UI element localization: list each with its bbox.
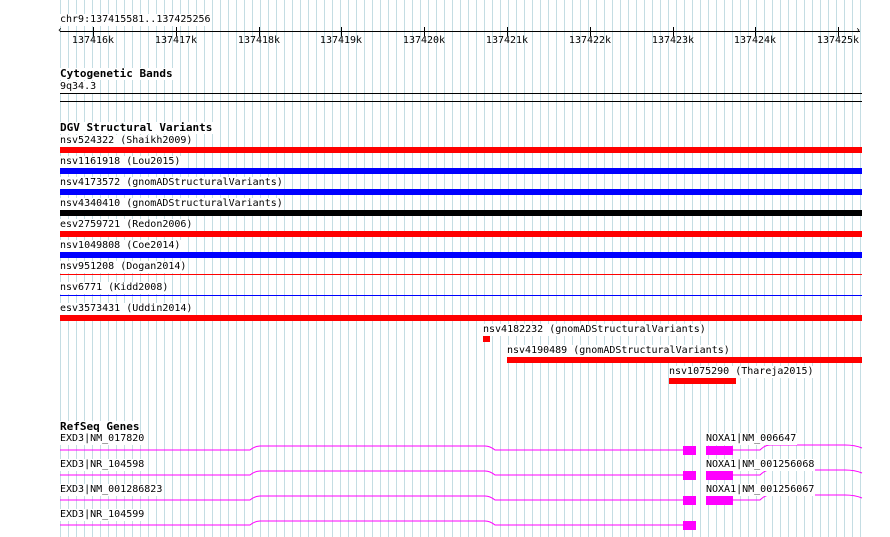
gene-intron-line (60, 445, 683, 451)
gene-intron-line (60, 470, 683, 476)
refseq-gene-models[interactable] (0, 0, 890, 537)
gene-intron-line (60, 520, 683, 526)
gene-exon[interactable] (683, 446, 696, 455)
gene-exon[interactable] (706, 496, 733, 505)
gene-intron-line (733, 444, 863, 451)
refseq-gene-label[interactable]: EXD3|NM_017820 (60, 433, 146, 445)
gene-exon[interactable] (706, 471, 733, 480)
gene-exon[interactable] (683, 496, 696, 505)
refseq-gene-label[interactable]: NOXA1|NM_001256067 (706, 484, 816, 496)
gene-exon[interactable] (706, 446, 733, 455)
refseq-gene-label[interactable]: EXD3|NR_104599 (60, 509, 146, 521)
refseq-gene-label[interactable]: EXD3|NM_001286823 (60, 484, 164, 496)
gene-exon[interactable] (683, 521, 696, 530)
refseq-gene-label[interactable]: NOXA1|NM_006647 (706, 433, 798, 445)
refseq-gene-label[interactable]: NOXA1|NM_001256068 (706, 459, 816, 471)
gene-intron-line (60, 495, 683, 501)
gene-exon[interactable] (683, 471, 696, 480)
refseq-gene-label[interactable]: EXD3|NR_104598 (60, 459, 146, 471)
